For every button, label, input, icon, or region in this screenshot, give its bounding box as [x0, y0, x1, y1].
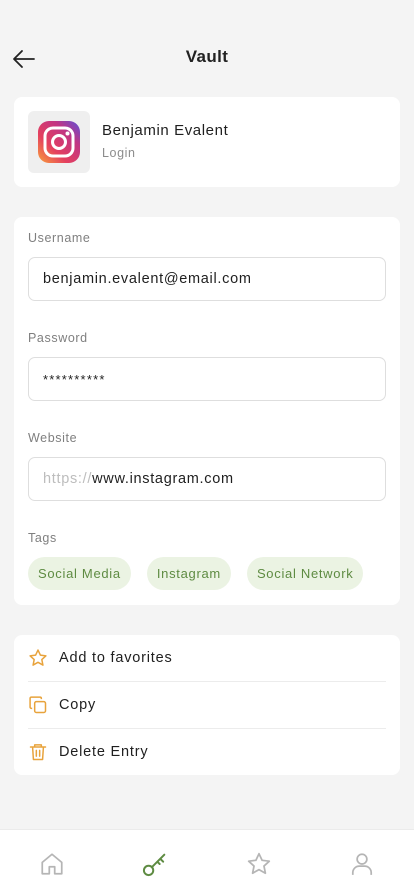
- tags-label: Tags: [28, 531, 57, 545]
- page-title: Vault: [185, 47, 229, 66]
- vault-entry-screen: Vault Benjamin Evalent Login Username be…: [0, 0, 414, 896]
- password-label: Password: [28, 331, 88, 345]
- instagram-logo-icon: [38, 121, 80, 163]
- home-icon: [41, 853, 63, 875]
- trash-icon: [28, 742, 48, 762]
- nav-home[interactable]: [0, 830, 104, 896]
- header: Vault: [0, 0, 414, 110]
- nav-vault[interactable]: [104, 830, 208, 896]
- delete-entry-label: Delete Entry: [59, 744, 149, 760]
- tag-social-network[interactable]: Social Network: [246, 557, 364, 590]
- nav-favorites[interactable]: [207, 830, 311, 896]
- username-field[interactable]: benjamin.evalent@email.com: [28, 257, 386, 301]
- user-icon: [352, 853, 373, 875]
- password-value: **********: [43, 371, 106, 387]
- add-to-favorites-button[interactable]: Add to favorites: [28, 635, 386, 681]
- copy-label: Copy: [59, 697, 97, 713]
- key-icon: [143, 853, 166, 877]
- password-field[interactable]: **********: [28, 357, 386, 401]
- star-icon: [28, 648, 48, 668]
- website-label: Website: [28, 431, 78, 445]
- username-label: Username: [28, 231, 91, 245]
- entry-type: Login: [102, 146, 136, 160]
- add-to-favorites-label: Add to favorites: [59, 650, 173, 666]
- entry-details-card: Username benjamin.evalent@email.com Pass…: [14, 217, 400, 605]
- copy-button[interactable]: Copy: [28, 682, 386, 728]
- entry-summary-card: Benjamin Evalent Login: [14, 97, 400, 187]
- nav-profile[interactable]: [311, 830, 414, 896]
- tag-instagram[interactable]: Instagram: [146, 557, 231, 590]
- entry-name: Benjamin Evalent: [102, 122, 229, 139]
- delete-entry-button[interactable]: Delete Entry: [28, 729, 386, 775]
- copy-icon: [28, 695, 48, 715]
- website-prefix: https://: [43, 471, 93, 487]
- tag-social-media[interactable]: Social Media: [28, 557, 131, 590]
- website-field[interactable]: https://www.instagram.com: [28, 457, 386, 501]
- entry-actions-card: Add to favorites Copy Delete Entry: [14, 635, 400, 775]
- app-icon-tile: [28, 111, 90, 173]
- bottom-navigation: [0, 829, 414, 896]
- username-value: benjamin.evalent@email.com: [43, 271, 252, 287]
- website-value: www.instagram.com: [92, 471, 234, 487]
- tags-list: Social Media Instagram Social Network: [28, 557, 364, 590]
- star-icon: [247, 852, 270, 875]
